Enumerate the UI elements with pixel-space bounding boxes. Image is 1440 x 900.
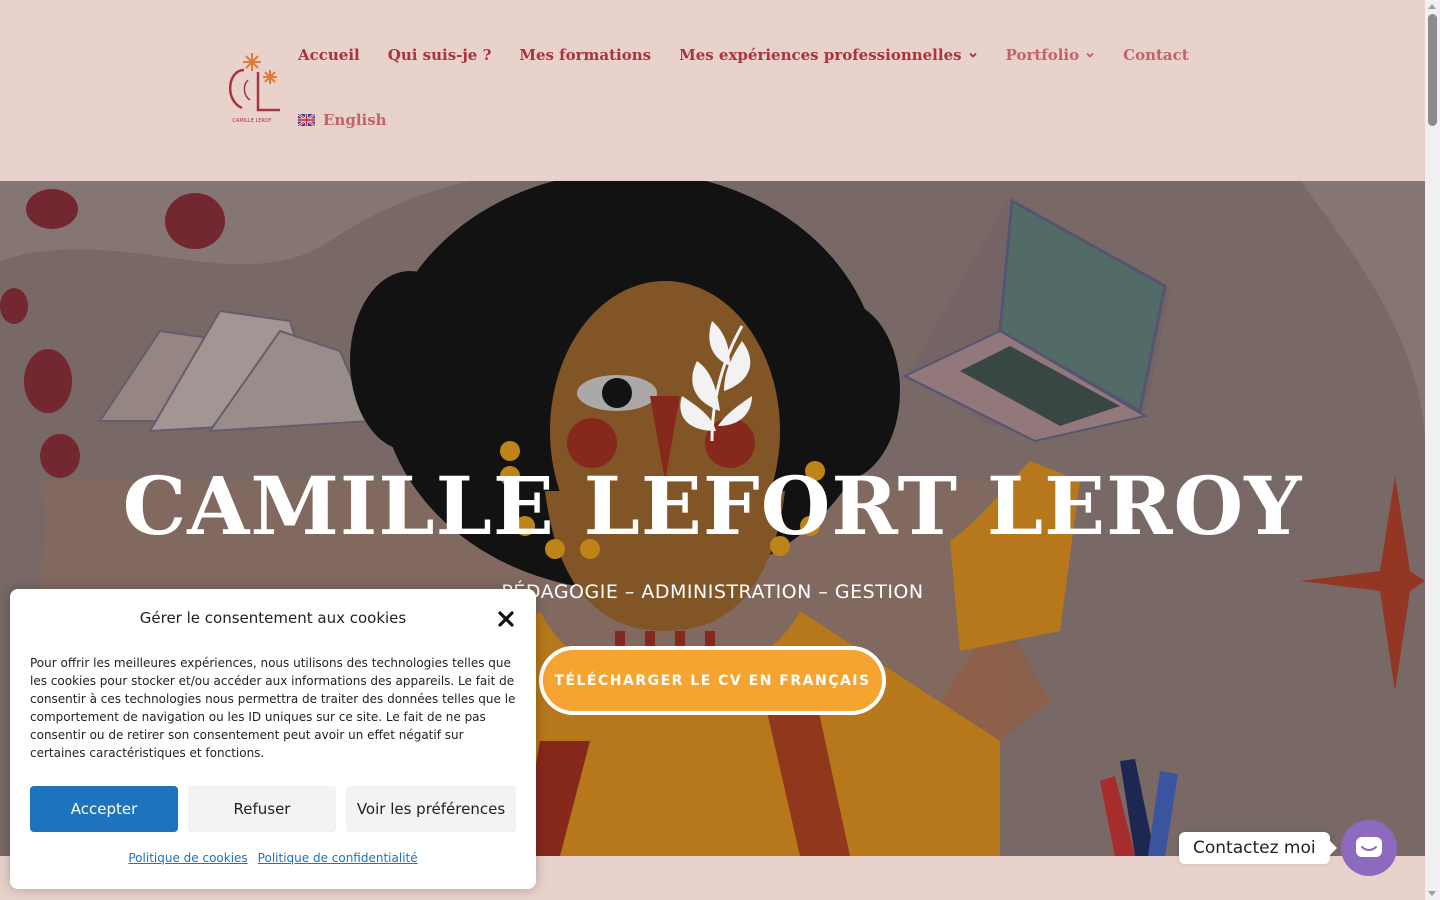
- cookie-consent-banner: Gérer le consentement aux cookies Pour o…: [10, 589, 536, 889]
- accept-cookies-button[interactable]: Accepter: [30, 786, 178, 832]
- refuse-cookies-button[interactable]: Refuser: [188, 786, 336, 832]
- nav-label: Mes expériences professionnelles: [679, 46, 962, 64]
- site-logo[interactable]: CAMILLE LEROY: [218, 50, 286, 128]
- nav-item-experiences[interactable]: Mes expériences professionnelles: [679, 46, 977, 64]
- nav-item-contact[interactable]: Contact: [1123, 46, 1189, 64]
- cookie-policy-link[interactable]: Politique de cookies: [128, 851, 247, 865]
- chevron-down-icon: [968, 52, 977, 58]
- language-label: English: [323, 111, 387, 129]
- cookie-banner-text: Pour offrir les meilleures expériences, …: [30, 656, 516, 760]
- nav-item-formations[interactable]: Mes formations: [519, 46, 651, 64]
- scrollbar-thumb[interactable]: [1428, 14, 1437, 126]
- cookie-policy-links: Politique de cookies Politique de confid…: [10, 851, 536, 865]
- chat-bubble-icon: [1356, 837, 1382, 857]
- nav-label: Qui suis-je ?: [387, 46, 492, 64]
- nav-label: Portfolio: [1005, 46, 1080, 64]
- page-scrollbar[interactable]: [1425, 0, 1440, 900]
- language-switch-english[interactable]: English: [298, 111, 387, 129]
- chevron-down-icon: [1086, 52, 1094, 58]
- scroll-down-arrow-icon[interactable]: [1428, 891, 1436, 896]
- privacy-policy-link[interactable]: Politique de confidentialité: [258, 851, 418, 865]
- close-icon[interactable]: [496, 609, 516, 629]
- cookie-banner-title: Gérer le consentement aux cookies: [139, 609, 407, 627]
- download-cv-button[interactable]: TÉLÉCHARGER LE CV EN FRANÇAIS: [539, 646, 886, 715]
- contact-widget-button[interactable]: [1341, 820, 1397, 876]
- uk-flag-icon: [298, 114, 315, 126]
- nav-item-portfolio[interactable]: Portfolio: [1006, 46, 1096, 64]
- scroll-up-arrow-icon[interactable]: [1428, 4, 1436, 9]
- view-preferences-button[interactable]: Voir les préférences: [346, 786, 516, 832]
- nav-label: Mes formations: [519, 46, 652, 64]
- nav-item-accueil[interactable]: Accueil: [298, 46, 360, 64]
- contact-widget-label[interactable]: Contactez moi: [1179, 832, 1337, 864]
- nav-label: Accueil: [298, 46, 360, 64]
- logo-caption: CAMILLE LEROY: [232, 118, 272, 124]
- nav-item-qui-suis-je[interactable]: Qui suis-je ?: [388, 46, 492, 64]
- hero-title: CAMILLE LEFORT LEROY: [122, 459, 1303, 553]
- site-header: CAMILLE LEROY Accueil Qui suis-je ? Mes …: [0, 0, 1425, 181]
- main-nav: Accueil Qui suis-je ? Mes formations Mes…: [298, 46, 1189, 64]
- nav-label: Contact: [1123, 46, 1189, 64]
